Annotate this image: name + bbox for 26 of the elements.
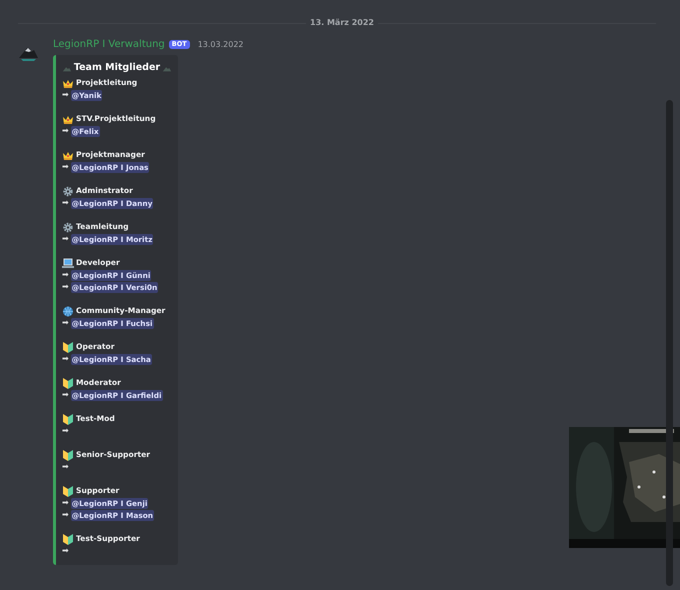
- gear-icon: [62, 186, 74, 196]
- globe-icon: [62, 306, 74, 316]
- arrow-icon: ➡: [62, 389, 69, 401]
- scrollbar[interactable]: [666, 100, 673, 586]
- arrow-icon: ➡: [62, 509, 69, 521]
- laptop-icon: [62, 258, 74, 268]
- arrow-icon: ➡: [62, 233, 69, 245]
- arrow-icon: ➡: [62, 281, 69, 293]
- arrow-icon: ➡: [62, 269, 69, 281]
- gear-icon: [62, 222, 74, 232]
- arrow-icon: ➡: [62, 461, 69, 473]
- embed-title: Team Mitglieder: [74, 61, 160, 75]
- arrow-icon: ➡: [62, 125, 69, 137]
- arrow-icon: ➡: [62, 161, 69, 173]
- arrow-icon: ➡: [62, 353, 69, 365]
- timestamp: 13.03.2022: [198, 38, 244, 50]
- arrow-icon: ➡: [62, 197, 69, 209]
- arrow-icon: ➡: [62, 89, 69, 101]
- crown-icon: [62, 78, 74, 88]
- author-name[interactable]: LegionRP I Verwaltung: [53, 37, 165, 52]
- arrow-icon: ➡: [62, 545, 69, 557]
- arrow-icon: ➡: [62, 497, 69, 509]
- arrow-icon: ➡: [62, 425, 69, 437]
- crown-icon: [62, 114, 74, 124]
- crown-icon: [62, 150, 74, 160]
- arrow-icon: ➡: [62, 317, 69, 329]
